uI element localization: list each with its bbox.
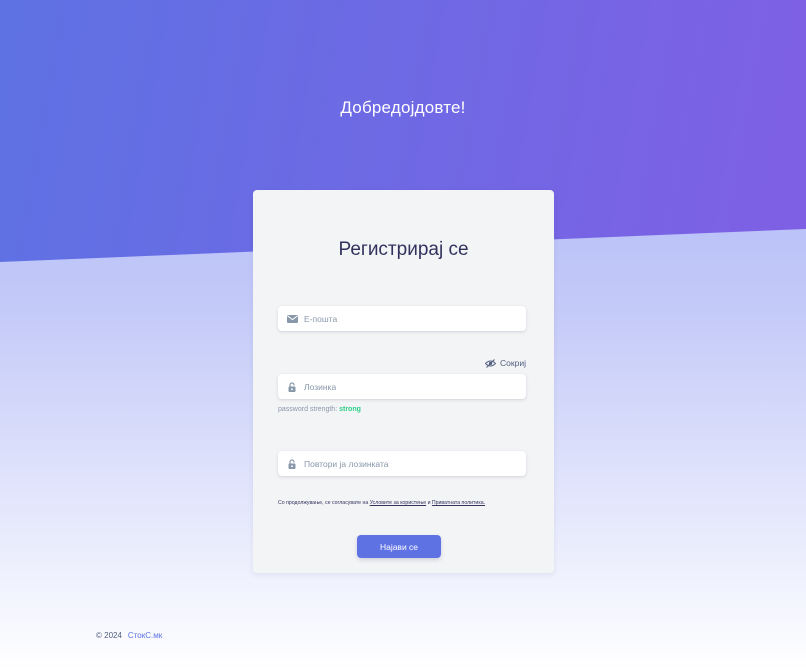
privacy-policy-link[interactable]: Приватната политика. <box>432 500 485 506</box>
register-title: Регистрирај се <box>338 239 469 260</box>
password-strength: password strength: strong <box>278 406 361 413</box>
terms-conjunction: и <box>427 500 431 506</box>
envelope-icon <box>286 314 298 323</box>
password-strength-label: password strength: <box>278 406 338 413</box>
password-toggle-label: Сокриј <box>500 358 526 368</box>
eye-slash-icon <box>485 358 497 368</box>
confirm-password-input[interactable] <box>304 458 514 469</box>
password-strength-value: strong <box>339 406 361 413</box>
submit-button[interactable]: Најави се <box>357 535 441 558</box>
password-input[interactable] <box>304 381 514 392</box>
email-field[interactable] <box>278 306 526 331</box>
footer-brand-link[interactable]: СтокС.мк <box>128 631 162 640</box>
footer: © 2024 СтокС.мк <box>96 631 162 640</box>
footer-copyright: © 2024 <box>96 631 122 640</box>
terms-prefix: Со продолжување, се согласувате на <box>278 500 369 506</box>
confirm-password-field[interactable] <box>278 451 526 476</box>
terms-notice: Со продолжување, се согласувате на Услов… <box>278 500 485 506</box>
terms-of-use-link[interactable]: Условите за користење <box>370 500 426 506</box>
register-card: Регистрирај се Сокриј password st <box>253 190 554 573</box>
lock-icon <box>286 381 298 392</box>
password-visibility-toggle[interactable]: Сокриј <box>485 358 526 368</box>
email-input[interactable] <box>304 313 514 324</box>
lock-icon <box>286 458 298 469</box>
password-field[interactable] <box>278 374 526 399</box>
welcome-heading: Добредојдовте! <box>340 98 466 117</box>
